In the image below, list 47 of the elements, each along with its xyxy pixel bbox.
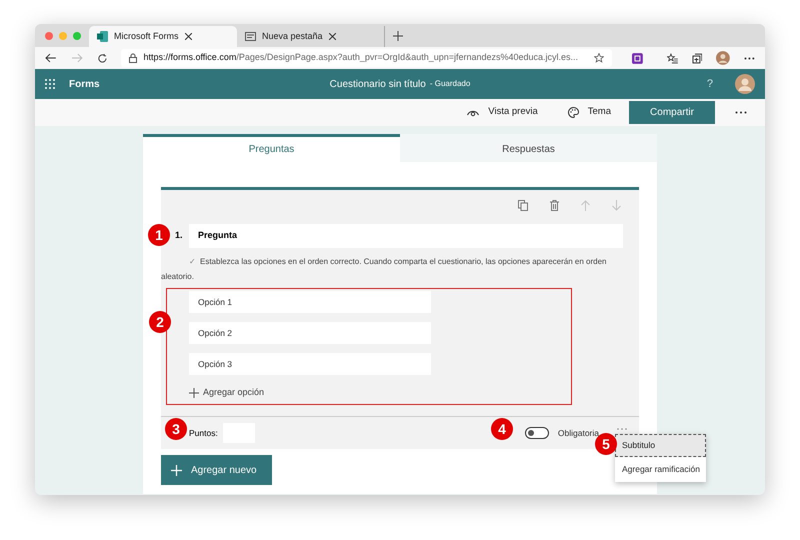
section-tab[interactable]: Respuestas [400, 134, 657, 162]
lock-icon [129, 53, 138, 63]
page-icon [245, 32, 256, 41]
points-label: Puntos: [189, 426, 218, 440]
hint-text: ✓ Establezca las opciones en el orden correcto. Cuando comparta el cuestionario, las opciones aparecerán en orden aleatorio. [161, 256, 608, 283]
user-avatar[interactable] [735, 74, 755, 94]
theme-button[interactable]: Tema [568, 105, 611, 120]
more-icon[interactable] [744, 56, 755, 60]
back-icon[interactable] [45, 53, 57, 63]
new-tab-icon[interactable] [393, 31, 403, 41]
menu-item[interactable]: Subtitulo [615, 434, 706, 457]
option-field[interactable]: Opción 1 [189, 291, 431, 313]
address-bar[interactable]: https://forms.office.com/Pages/DesignPage.aspx?auth_pvr=OrgId&auth_upn=jfernandezs%40educa.jcyl.es... [121, 49, 612, 67]
option-field[interactable]: Opción 2 [189, 322, 431, 344]
favorite-star-icon[interactable] [594, 53, 604, 63]
form-title: Cuestionario sin título [330, 78, 426, 92]
required-toggle[interactable] [524, 427, 549, 439]
section-tab[interactable]: Preguntas [143, 134, 400, 162]
more-icon[interactable] [735, 111, 747, 114]
plus-icon [189, 388, 199, 398]
close-tab-icon[interactable] [328, 33, 336, 40]
forms-logo-icon [97, 31, 108, 42]
browser-tab[interactable]: Microsoft Forms [89, 26, 237, 47]
profile-avatar[interactable] [716, 51, 730, 65]
eye-icon [467, 108, 480, 116]
save-status: - Guardado [430, 78, 470, 90]
refresh-icon[interactable] [96, 52, 108, 64]
copy-icon[interactable] [518, 200, 528, 211]
palette-icon [568, 107, 579, 118]
collections-icon[interactable] [692, 52, 702, 64]
url-text: https://forms.office.com/Pages/DesignPage.aspx?auth_pvr=OrgId&auth_upn=jfernandezs%40educa.jcyl.es... [143, 51, 578, 64]
delete-icon[interactable] [550, 200, 559, 211]
preview-button[interactable]: Vista previa [467, 105, 538, 120]
add-new-button[interactable]: Agregar nuevo [161, 455, 272, 485]
share-button[interactable]: Compartir [629, 101, 715, 124]
plus-icon [171, 464, 182, 476]
option-field[interactable]: Opción 3 [189, 353, 431, 375]
app-name: Forms [69, 78, 100, 92]
help-button[interactable]: ? [706, 76, 713, 92]
favorites-icon[interactable] [666, 52, 678, 64]
app-launcher-icon[interactable] [45, 79, 55, 89]
extension-icon[interactable] [632, 52, 643, 64]
close-tab-icon[interactable] [184, 33, 192, 40]
add-option-button[interactable]: Agregar opción [189, 386, 264, 400]
menu-item[interactable]: Agregar ramificación [615, 457, 706, 482]
question-title-field[interactable]: Pregunta [189, 224, 623, 248]
question-number: 1. [175, 229, 184, 242]
